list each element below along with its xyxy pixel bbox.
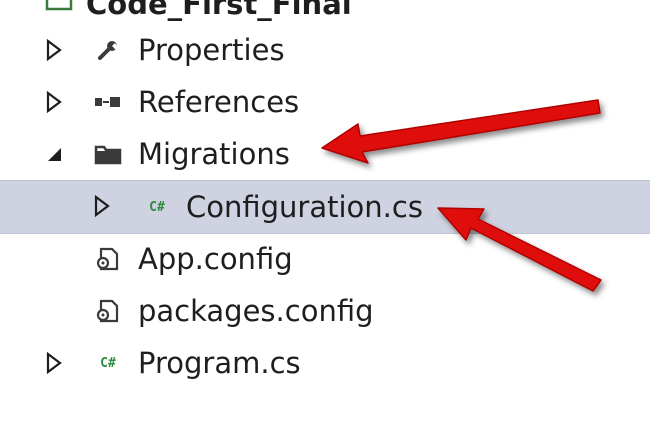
expand-arrow-icon[interactable]: [90, 194, 114, 218]
csharp-badge: C#: [100, 355, 116, 371]
project-icon: [44, 0, 74, 12]
collapse-arrow-icon[interactable]: [42, 142, 66, 166]
csharp-file-icon: C#: [143, 193, 171, 221]
tree-row-references[interactable]: References: [0, 76, 650, 128]
expand-arrow-icon[interactable]: [42, 38, 66, 62]
tree-row-properties[interactable]: Properties: [0, 24, 650, 76]
expand-arrow-icon[interactable]: [42, 90, 66, 114]
csharp-badge: C#: [149, 199, 165, 215]
tree-item-label: App.config: [138, 242, 293, 276]
tree-row-migrations[interactable]: Migrations: [0, 128, 650, 180]
project-label: Code_First_Final: [86, 0, 352, 21]
tree-item-label: packages.config: [138, 294, 374, 328]
folder-icon: [94, 140, 122, 168]
tree-row-packages-config[interactable]: packages.config: [0, 285, 650, 337]
tree-row-configuration[interactable]: C# Configuration.cs: [0, 180, 650, 234]
csharp-file-icon: C#: [94, 349, 122, 377]
tree-item-label: Configuration.cs: [186, 190, 423, 224]
tree-item-label: Migrations: [138, 137, 290, 171]
solution-explorer-tree: Code_First_Final Properties References M…: [0, 0, 650, 423]
tree-item-label: Properties: [138, 33, 285, 67]
config-file-icon: [94, 245, 122, 273]
wrench-icon: [94, 36, 122, 64]
tree-item-label: Program.cs: [138, 346, 301, 380]
tree-row-project[interactable]: Code_First_Final: [0, 0, 650, 21]
tree-row-program[interactable]: C# Program.cs: [0, 337, 650, 389]
config-file-icon: [94, 297, 122, 325]
references-icon: [94, 88, 122, 116]
expand-arrow-icon[interactable]: [42, 351, 66, 375]
tree-row-app-config[interactable]: App.config: [0, 233, 650, 285]
tree-item-label: References: [138, 85, 300, 119]
